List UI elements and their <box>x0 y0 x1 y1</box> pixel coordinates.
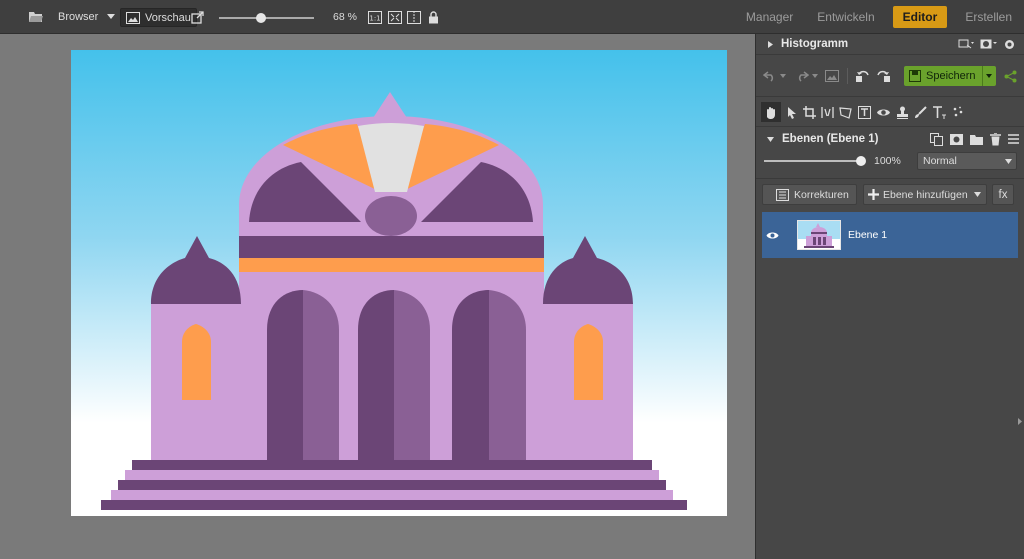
one-to-one-icon: 1:1 <box>368 10 382 24</box>
chevron-right-icon <box>768 40 773 48</box>
chevron-down-icon <box>767 136 774 142</box>
layer-mask-icon[interactable] <box>950 133 963 145</box>
layers-header[interactable]: Ebenen (Ebene 1) <box>756 130 1024 148</box>
opacity-slider[interactable] <box>764 156 866 166</box>
history-image-icon[interactable] <box>825 70 839 82</box>
zoom-slider-knob[interactable] <box>255 13 266 23</box>
chevron-right-icon <box>1018 418 1022 425</box>
compare-icon <box>407 10 421 24</box>
hand-tool-icon[interactable] <box>761 102 781 122</box>
folder-icon <box>28 10 44 24</box>
edited-image[interactable] <box>71 50 727 516</box>
add-layer-label: Ebene hinzufügen <box>883 188 968 201</box>
fit-screen-icon <box>388 10 402 24</box>
preview-button[interactable]: Vorschau <box>120 8 197 27</box>
histogram-title: Histogramm <box>781 38 849 50</box>
mode-tabs: Manager Entwickeln Editor Erstellen <box>734 0 1024 34</box>
tab-editor[interactable]: Editor <box>892 6 948 28</box>
crop-tool-icon[interactable] <box>803 105 816 119</box>
pointer-tool-icon[interactable] <box>787 106 797 119</box>
divider <box>756 54 1024 55</box>
corrections-button[interactable]: Korrekturen <box>762 184 857 205</box>
image-icon <box>126 11 140 24</box>
settings-gear-icon[interactable] <box>1004 39 1015 50</box>
layer-thumbnail <box>797 220 841 250</box>
text-tool-icon[interactable] <box>932 105 947 119</box>
duplicate-layer-icon[interactable] <box>930 132 943 146</box>
trash-icon[interactable] <box>990 132 1001 146</box>
zoom-slider[interactable] <box>219 13 314 23</box>
svg-text:1:1: 1:1 <box>369 14 380 22</box>
transform-tool-icon[interactable] <box>839 106 853 119</box>
lock-button[interactable] <box>428 0 439 34</box>
top-toolbar: Browser Vorschau 68 % 1:1 Manager Entwic… <box>0 0 1024 34</box>
histogram-selection-icon[interactable] <box>958 39 974 49</box>
layer-name: Ebene 1 <box>848 229 888 241</box>
divider <box>847 68 848 84</box>
mask-icon[interactable] <box>980 39 998 49</box>
add-layer-button[interactable]: Ebene hinzufügen <box>863 184 987 205</box>
redo-icon[interactable] <box>795 70 809 82</box>
redo-dropdown-icon[interactable] <box>812 74 818 78</box>
lock-icon <box>428 10 439 24</box>
share-icon[interactable] <box>1004 70 1017 83</box>
floppy-disk-icon <box>909 70 921 82</box>
tab-manager[interactable]: Manager <box>734 0 805 34</box>
layers-title: Ebenen (Ebene 1) <box>782 133 879 145</box>
right-panel: Histogramm Speichern Ebenen (Ebene 1) 10… <box>755 34 1024 559</box>
stamp-tool-icon[interactable] <box>896 106 909 119</box>
canvas-area[interactable] <box>0 34 755 559</box>
preview-label: Vorschau <box>145 11 191 24</box>
undo-dropdown-icon[interactable] <box>780 74 786 78</box>
opacity-value[interactable]: 100% <box>874 155 901 167</box>
text-frame-tool-icon[interactable] <box>858 105 871 119</box>
brush-tool-icon[interactable] <box>914 105 927 119</box>
divider <box>756 178 1024 179</box>
corrections-label: Korrekturen <box>794 188 849 201</box>
opacity-slider-knob[interactable] <box>856 156 866 166</box>
history-toolbar: Speichern <box>756 64 1024 88</box>
save-button[interactable]: Speichern <box>904 66 996 86</box>
browser-dropdown[interactable] <box>107 0 115 34</box>
fx-button[interactable]: fx <box>992 184 1014 205</box>
tab-create[interactable]: Erstellen <box>953 0 1024 34</box>
histogram-header[interactable]: Histogramm <box>756 34 1024 54</box>
zoom-value[interactable]: 68 % <box>333 0 357 34</box>
eye-visibility-icon[interactable] <box>766 231 779 240</box>
blend-mode-value: Normal <box>923 155 957 167</box>
chevron-down-icon <box>1005 158 1012 164</box>
fit-to-screen-button[interactable] <box>388 0 402 34</box>
rotate-left-icon[interactable] <box>856 70 870 82</box>
divider <box>756 126 1024 127</box>
compare-button[interactable] <box>407 0 421 34</box>
plus-icon <box>868 189 879 200</box>
blend-mode-select[interactable]: Normal <box>917 152 1017 170</box>
folder-icon[interactable] <box>970 134 983 145</box>
open-folder-button[interactable] <box>28 0 44 34</box>
chevron-down-icon[interactable] <box>974 192 981 197</box>
chevron-down-icon <box>107 14 115 20</box>
tab-develop[interactable]: Entwickeln <box>805 0 886 34</box>
undo-icon[interactable] <box>763 70 777 82</box>
browser-button[interactable]: Browser <box>58 0 98 34</box>
adjustments-icon <box>776 188 789 201</box>
sparkle-effects-icon[interactable] <box>952 106 964 118</box>
rotate-right-icon[interactable] <box>876 70 890 82</box>
eye-tool-icon[interactable] <box>876 107 891 118</box>
save-label: Speichern <box>926 70 976 82</box>
panel-collapse-arrow[interactable] <box>1018 416 1022 428</box>
divider <box>756 96 1024 97</box>
menu-icon[interactable] <box>1008 134 1019 144</box>
layer-row[interactable]: Ebene 1 <box>762 212 1018 258</box>
tools-row <box>756 102 1024 122</box>
perspective-tool-icon[interactable] <box>821 106 834 119</box>
save-dropdown-icon[interactable] <box>981 66 996 86</box>
external-open-button[interactable] <box>191 0 204 34</box>
actual-size-button[interactable]: 1:1 <box>368 0 382 34</box>
external-link-icon <box>191 10 204 24</box>
